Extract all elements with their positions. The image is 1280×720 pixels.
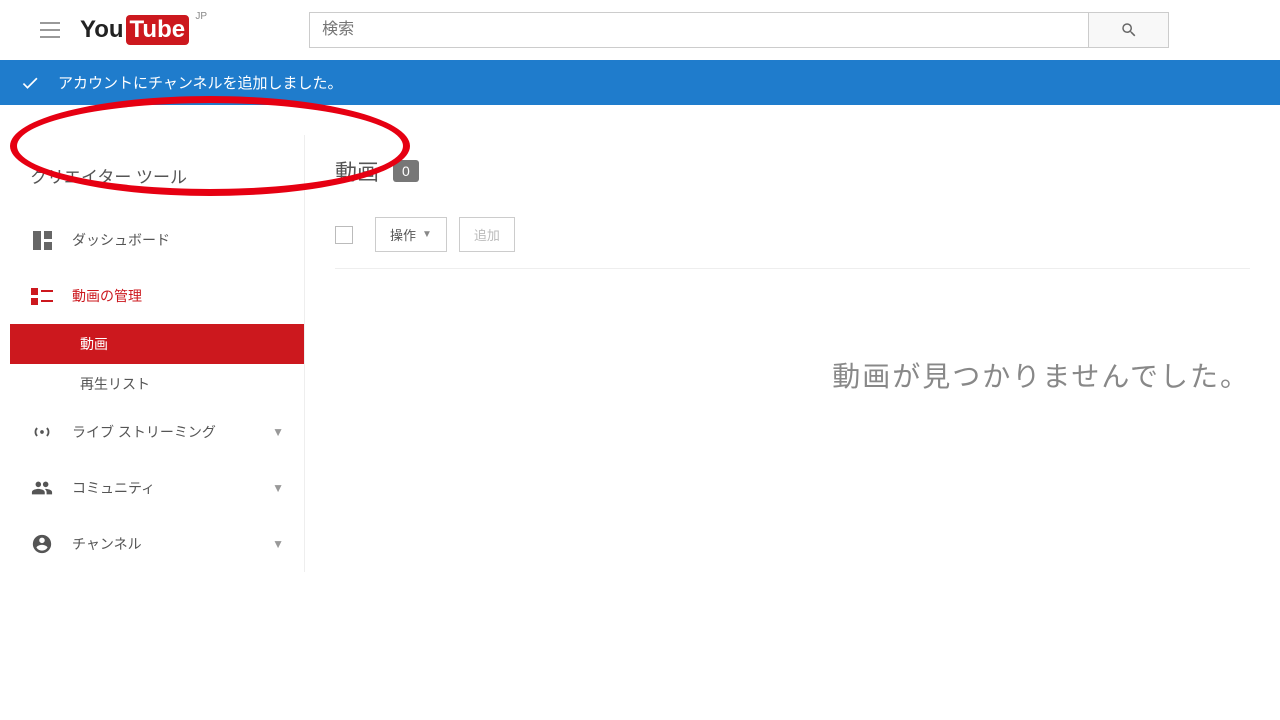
sidebar-item-dashboard[interactable]: ダッシュボード [10,212,304,268]
main-content: 動画 0 操作 ▼ 追加 動画が見つかりませんでした。 [305,135,1280,572]
sidebar-subitem-playlists[interactable]: 再生リスト [10,364,304,404]
sidebar-item-label: コミュニティ [72,478,272,498]
video-manager-icon [30,284,54,308]
sidebar-title: クリエイター ツール [10,145,304,212]
add-button[interactable]: 追加 [459,217,515,252]
search-button[interactable] [1089,12,1169,48]
sidebar-subitem-label: 動画 [80,336,108,352]
logo-country: JP [195,11,207,22]
channel-icon [30,532,54,556]
toolbar: 操作 ▼ 追加 [335,217,1250,269]
header: YouTube JP [0,0,1280,60]
notification-banner: アカウントにチャンネルを追加しました。 [0,60,1280,105]
chevron-down-icon: ▼ [272,537,284,551]
add-label: 追加 [474,225,500,244]
sidebar-item-community[interactable]: コミュニティ ▼ [10,460,304,516]
empty-state-message: 動画が見つかりませんでした。 [832,355,1250,395]
video-count-badge: 0 [393,160,419,182]
chevron-down-icon: ▼ [272,481,284,495]
chevron-down-icon: ▼ [272,425,284,439]
sidebar-item-label: ライブ ストリーミング [72,422,272,442]
caret-down-icon: ▼ [422,229,432,240]
page-title-row: 動画 0 [335,155,1250,187]
dashboard-icon [30,228,54,252]
community-icon [30,476,54,500]
body-area: クリエイター ツール ダッシュボード 動画の管理 動画 再生リスト [0,135,1280,572]
search-icon [1120,21,1138,39]
sidebar-subitem-videos[interactable]: 動画 [10,324,304,364]
logo-tube: Tube [126,15,190,45]
hamburger-icon[interactable] [40,22,60,38]
sidebar-item-live-streaming[interactable]: ライブ ストリーミング ▼ [10,404,304,460]
sidebar-item-channel[interactable]: チャンネル ▼ [10,516,304,572]
sidebar-item-video-manager[interactable]: 動画の管理 [10,268,304,324]
select-all-checkbox[interactable] [335,226,353,244]
sidebar: クリエイター ツール ダッシュボード 動画の管理 動画 再生リスト [10,135,305,572]
banner-message: アカウントにチャンネルを追加しました。 [58,72,343,93]
search-wrap [309,12,1169,48]
live-icon [30,420,54,444]
search-input[interactable] [309,12,1089,48]
page-title: 動画 [335,155,379,187]
sidebar-subitem-label: 再生リスト [80,376,150,392]
youtube-logo[interactable]: YouTube JP [80,15,189,45]
sidebar-item-label: ダッシュボード [72,230,284,250]
sidebar-item-label: チャンネル [72,534,272,554]
check-icon [20,73,40,93]
actions-label: 操作 [390,225,416,244]
actions-dropdown-button[interactable]: 操作 ▼ [375,217,447,252]
sidebar-item-label: 動画の管理 [72,286,284,306]
logo-you: You [80,16,124,44]
